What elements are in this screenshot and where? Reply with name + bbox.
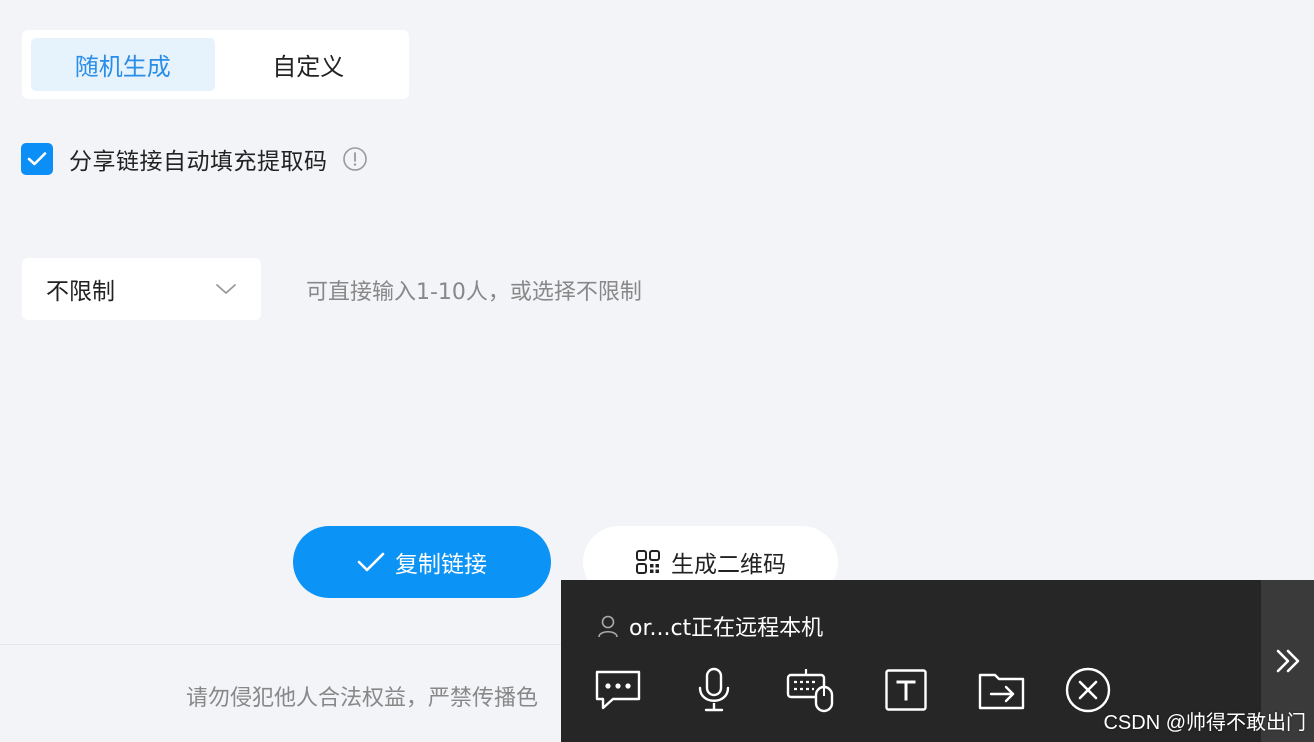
keyboard-mouse-button[interactable] xyxy=(783,664,837,716)
footer-note: 请勿侵犯他人合法权益，严禁传播色 xyxy=(186,686,539,711)
text-icon xyxy=(885,669,927,711)
user-icon xyxy=(598,615,618,638)
microphone-icon xyxy=(698,667,730,712)
text-input-button[interactable] xyxy=(879,664,933,716)
check-icon xyxy=(27,152,47,166)
auto-fill-label: 分享链接自动填充提取码 xyxy=(69,149,328,175)
keyboard-mouse-icon xyxy=(786,669,834,713)
visitor-limit-select[interactable]: 不限制 xyxy=(22,258,261,320)
tab-custom[interactable]: 自定义 xyxy=(217,38,401,91)
visitor-limit-hint: 可直接输入1-10人，或选择不限制 xyxy=(306,280,642,305)
copy-link-button[interactable]: 复制链接 xyxy=(293,526,551,598)
chevron-down-icon xyxy=(216,284,236,294)
visitor-limit-value: 不限制 xyxy=(46,279,115,305)
file-transfer-button[interactable] xyxy=(975,664,1029,716)
info-icon[interactable] xyxy=(342,146,368,172)
copy-link-label: 复制链接 xyxy=(395,552,487,578)
chat-button[interactable] xyxy=(591,664,645,716)
auto-fill-checkbox[interactable] xyxy=(21,143,53,175)
remote-status-text: or...ct正在远程本机 xyxy=(629,616,824,641)
watermark: CSDN @帅得不敢出门 xyxy=(1103,712,1306,734)
generate-qr-label: 生成二维码 xyxy=(671,552,786,578)
code-mode-tabs: 随机生成 自定义 xyxy=(22,30,409,99)
file-transfer-icon xyxy=(978,673,1025,710)
chat-icon xyxy=(595,670,641,710)
remote-status: or...ct正在远程本机 xyxy=(597,610,823,642)
tab-random[interactable]: 随机生成 xyxy=(31,38,215,91)
double-chevron-right-icon xyxy=(1276,649,1299,673)
check-icon xyxy=(357,552,385,572)
microphone-button[interactable] xyxy=(687,664,741,716)
auto-fill-row: 分享链接自动填充提取码 xyxy=(21,142,368,176)
qr-code-icon xyxy=(636,550,660,574)
